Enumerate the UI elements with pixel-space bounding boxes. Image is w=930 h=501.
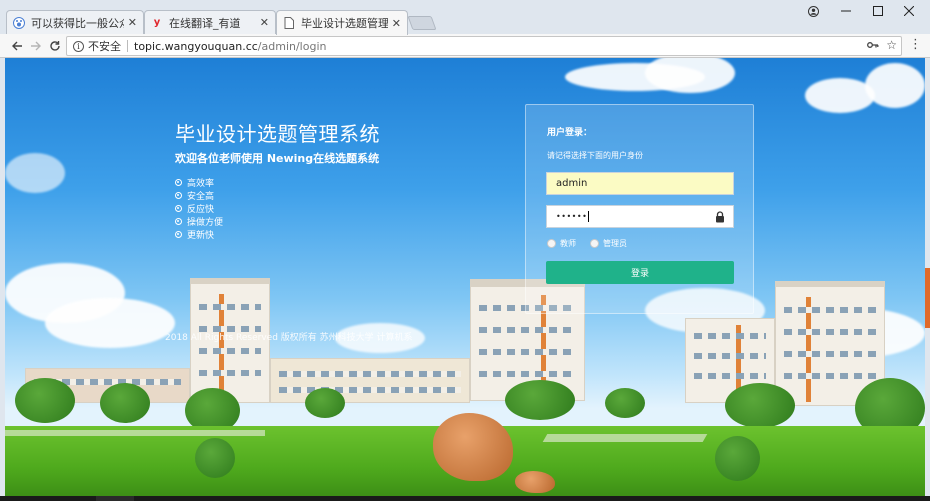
login-page: 毕业设计选题管理系统 欢迎各位老师使用 Newing在线选题系统 高效率 安全高… <box>5 58 925 496</box>
url-path: /admin/login <box>257 39 327 53</box>
username-input[interactable]: admin <box>546 172 734 195</box>
close-icon[interactable]: ✕ <box>260 16 269 29</box>
role-radio-teacher[interactable] <box>547 239 556 248</box>
reload-icon[interactable] <box>46 37 64 55</box>
copyright-text: 2018 All Rights Reserved 版权所有 苏州科技大学 计算机… <box>165 333 413 343</box>
username-value: admin <box>556 178 588 189</box>
profile-icon[interactable] <box>797 0 829 22</box>
circle-bullet-icon <box>175 218 182 225</box>
tab-youdao[interactable]: y 在线翻译_有道 ✕ <box>144 10 276 34</box>
circle-bullet-icon <box>175 205 182 212</box>
tab-wechat[interactable]: 可以获得比一般公众号 ✕ <box>6 10 144 34</box>
page-icon <box>283 17 295 29</box>
taskbar-item[interactable] <box>96 496 134 501</box>
window-close-icon[interactable] <box>893 0 925 22</box>
paw-icon <box>13 16 25 29</box>
close-icon[interactable]: ✕ <box>392 17 401 30</box>
feature-item: 高效率 <box>175 176 223 189</box>
feature-item: 安全高 <box>175 189 223 202</box>
welcome-text: 欢迎各位老师使用 Newing在线选题系统 <box>175 152 380 165</box>
role-label-teacher: 教师 <box>560 239 576 248</box>
login-heading: 用户登录： <box>547 128 593 138</box>
forward-arrow-icon[interactable] <box>27 37 45 55</box>
bookmark-star-icon[interactable]: ☆ <box>886 38 897 52</box>
role-radio-admin[interactable] <box>590 239 599 248</box>
text-caret <box>588 211 590 222</box>
password-input[interactable]: •••••• <box>546 205 734 228</box>
tab-title: 毕业设计选题管理系统 - <box>301 17 388 30</box>
tab-strip: 可以获得比一般公众号 ✕ y 在线翻译_有道 ✕ 毕业设计选题管理系统 - ✕ <box>0 0 930 35</box>
maximize-icon[interactable] <box>862 0 894 22</box>
back-arrow-icon[interactable] <box>8 37 26 55</box>
circle-bullet-icon <box>175 231 182 238</box>
youdao-icon: y <box>153 17 161 28</box>
new-tab-button[interactable] <box>407 16 437 30</box>
divider <box>127 40 128 52</box>
close-icon[interactable]: ✕ <box>128 16 137 29</box>
system-title: 毕业设计选题管理系统 <box>175 122 380 146</box>
taskbar <box>0 496 930 501</box>
circle-bullet-icon <box>175 192 182 199</box>
browser-toolbar: i 不安全 topic.wangyouquan.cc/admin/login ☆… <box>0 34 930 58</box>
menu-dots-icon[interactable]: ⋮ <box>909 37 922 52</box>
login-hint: 请记得选择下面的用户身份 <box>547 151 643 160</box>
info-icon[interactable]: i <box>73 40 84 52</box>
minimize-icon[interactable] <box>830 0 862 22</box>
address-bar[interactable]: i 不安全 topic.wangyouquan.cc/admin/login ☆ <box>66 36 902 56</box>
feature-item: 操做方便 <box>175 215 223 228</box>
role-label-admin: 管理员 <box>603 239 627 248</box>
tab-topic-system[interactable]: 毕业设计选题管理系统 - ✕ <box>276 10 408 35</box>
feature-item: 更新快 <box>175 228 223 241</box>
key-icon[interactable] <box>867 39 879 52</box>
security-label: 不安全 <box>88 40 121 53</box>
password-value: •••••• <box>556 212 588 221</box>
tab-title: 可以获得比一般公众号 <box>31 16 124 30</box>
right-edge-tab <box>925 268 930 328</box>
circle-bullet-icon <box>175 179 182 186</box>
url-host: topic.wangyouquan.cc <box>134 39 258 53</box>
feature-list: 高效率 安全高 反应快 操做方便 更新快 <box>175 176 223 241</box>
role-selector: 教师 管理员 <box>547 238 641 249</box>
login-button[interactable]: 登录 <box>546 261 734 284</box>
tab-title: 在线翻译_有道 <box>169 16 241 30</box>
browser-window: 可以获得比一般公众号 ✕ y 在线翻译_有道 ✕ 毕业设计选题管理系统 - ✕ <box>0 0 930 501</box>
lock-icon <box>716 211 724 223</box>
feature-item: 反应快 <box>175 202 223 215</box>
login-panel: 用户登录： 请记得选择下面的用户身份 admin •••••• 教师 管理员 登… <box>525 104 754 314</box>
